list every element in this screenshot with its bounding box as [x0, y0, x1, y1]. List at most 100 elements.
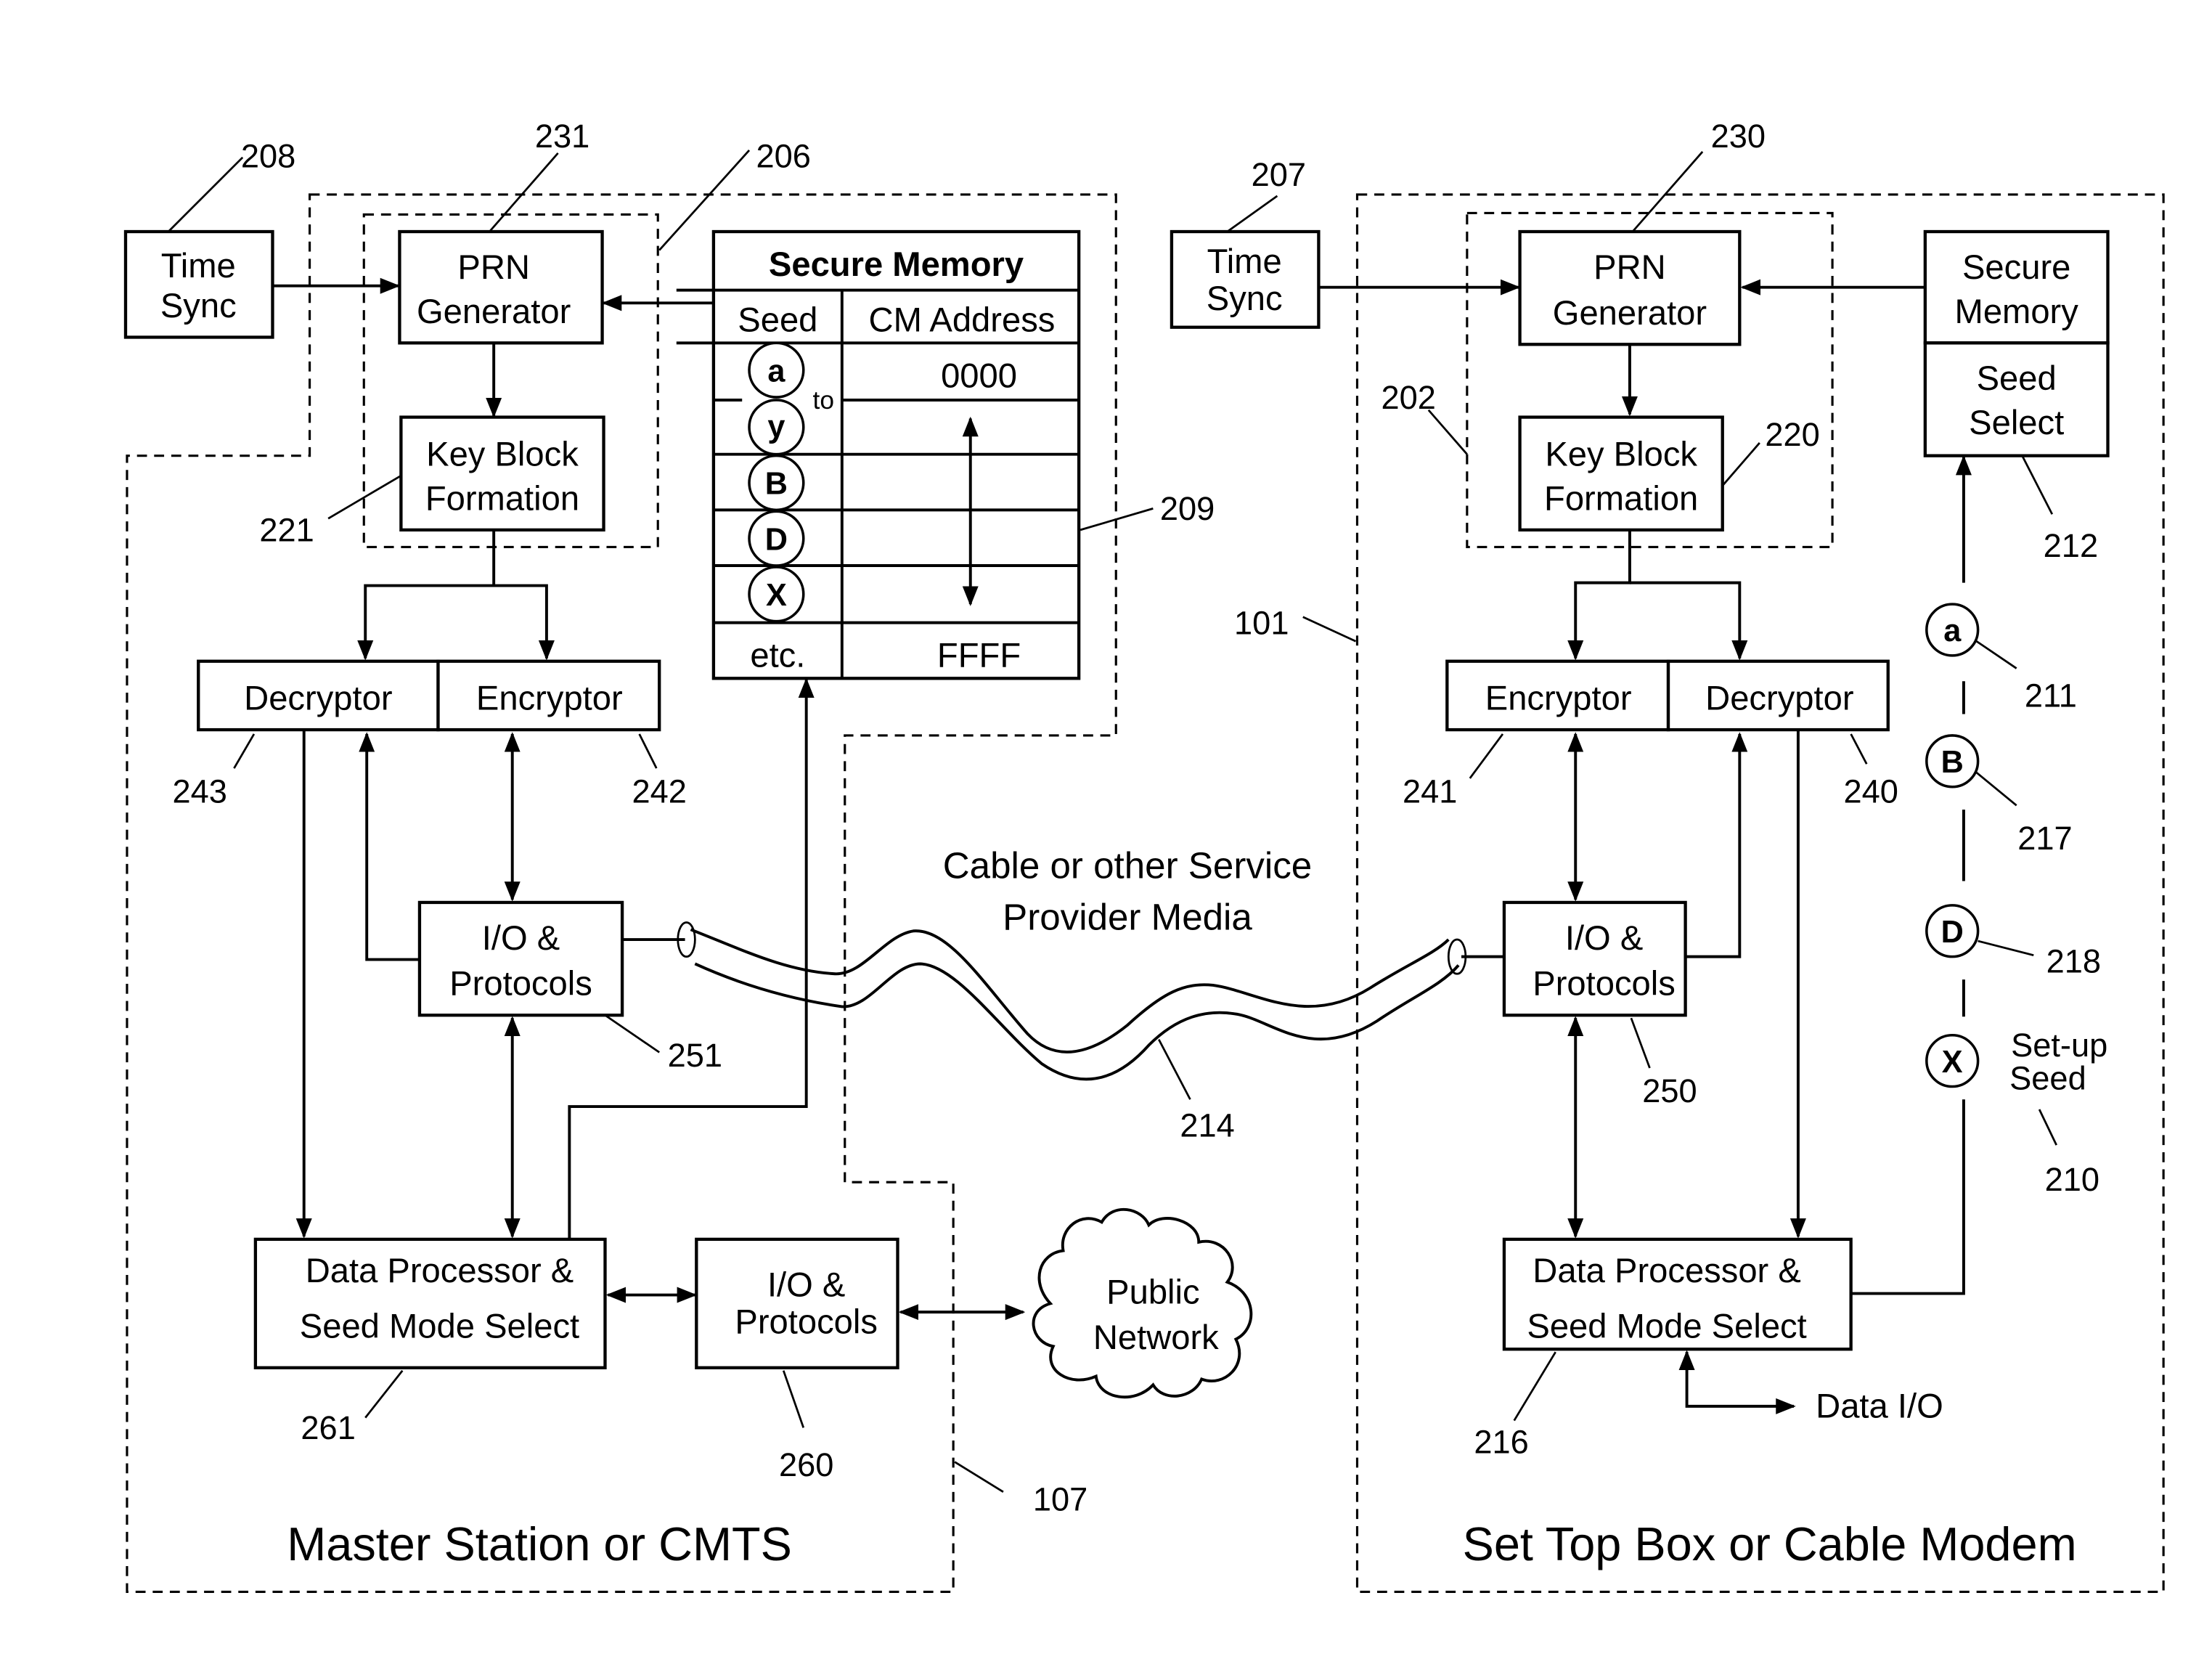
public-network-label: Network	[1093, 1318, 1219, 1356]
master-station-title: Master Station or CMTS	[287, 1517, 792, 1570]
ref-217: 217	[2017, 820, 2072, 857]
ref-250: 250	[1642, 1072, 1697, 1109]
ref-251: 251	[668, 1037, 722, 1074]
data-io-label: Data I/O	[1816, 1387, 1943, 1425]
leader-line	[364, 1369, 404, 1419]
seed-b: B	[765, 467, 788, 502]
arrow-io-to-decryptor	[359, 732, 420, 961]
ref-221: 221	[259, 512, 314, 549]
first-address: 0000	[941, 356, 1017, 394]
seed-select-label: Seed	[1977, 359, 2057, 397]
seed-a: a	[1943, 614, 1962, 648]
arrow-io-to-decryptor	[1685, 732, 1748, 958]
leader-line	[1850, 733, 1868, 765]
prn-generator-label: Generator	[417, 292, 571, 330]
time-sync-label: Sync	[160, 286, 237, 325]
ref-212: 212	[2044, 527, 2098, 564]
ref-243: 243	[173, 773, 227, 810]
ref-231: 231	[535, 118, 589, 155]
seed-d: D	[765, 522, 788, 557]
arrow-keyblock-to-decryptor	[357, 529, 496, 661]
media-label: Provider Media	[1003, 896, 1252, 937]
seed-y: y	[767, 409, 785, 444]
data-processor-label: Data Processor &	[306, 1251, 574, 1289]
leader-line	[604, 1014, 660, 1054]
ref-208: 208	[241, 138, 295, 175]
data-io-arrow	[1678, 1350, 1796, 1414]
arrow-keyblock-to-encryptor	[494, 584, 555, 661]
ref-107: 107	[1033, 1480, 1087, 1517]
io-protocols-label: I/O &	[482, 918, 560, 957]
io-protocols-label: I/O &	[1565, 918, 1643, 957]
last-address: FFFF	[937, 636, 1021, 675]
io-protocols-label: Protocols	[449, 964, 592, 1003]
ref-209: 209	[1160, 490, 1215, 527]
column-header-seed: Seed	[738, 301, 817, 339]
ref-210: 210	[2045, 1161, 2099, 1198]
prn-generator-label: Generator	[1553, 293, 1707, 332]
leader-line	[1469, 733, 1504, 779]
leader-line	[1630, 1017, 1651, 1069]
key-block-label: Formation	[1544, 478, 1698, 517]
public-network-cloud: Public Network	[1032, 1208, 1253, 1399]
key-block-label: Formation	[425, 478, 579, 517]
arrow-keyblock-to-decryptor	[1629, 581, 1748, 661]
ref-242: 242	[632, 773, 686, 810]
leader-line	[1975, 771, 2017, 807]
leader-line	[2021, 455, 2054, 515]
leader-line	[638, 733, 658, 769]
leader-line	[233, 733, 256, 769]
key-block-label: Key Block	[1545, 434, 1697, 473]
setup-seed-label: Set-up	[2011, 1027, 2107, 1064]
ref-240: 240	[1843, 773, 1898, 810]
processor-to-seed-chain	[1850, 1099, 1965, 1295]
time-sync-label: Sync	[1207, 279, 1283, 317]
to-label: to	[813, 386, 835, 415]
seed-x: X	[766, 578, 787, 613]
seed-d: D	[1941, 915, 1964, 950]
time-sync-label: Time	[161, 246, 236, 285]
leader-line	[2038, 1109, 2057, 1146]
io-protocols-label: Protocols	[1533, 964, 1676, 1003]
seed-b: B	[1941, 745, 1964, 780]
secure-memory-table: Secure Memory Seed CM Address a y B D X …	[711, 229, 1215, 680]
time-sync-label: Time	[1207, 242, 1282, 280]
ref-206: 206	[756, 138, 811, 175]
ref-218: 218	[2046, 942, 2101, 979]
secure-memory-label: Memory	[1955, 292, 2079, 330]
data-processor-label: Data Processor &	[1533, 1251, 1801, 1289]
prn-generator-label: PRN	[1593, 248, 1666, 286]
cable-media: Cable or other Service Provider Media 21…	[622, 845, 1504, 1144]
leader-line	[954, 1461, 1004, 1493]
leader-line	[1302, 616, 1357, 643]
ref-101: 101	[1234, 604, 1289, 641]
secure-memory-label: Secure	[1962, 248, 2070, 286]
leader-line	[1158, 1039, 1191, 1100]
decryptor-label: Decryptor	[1705, 679, 1853, 717]
leader-line	[1513, 1351, 1556, 1422]
ref-216: 216	[1474, 1424, 1528, 1461]
ref-260: 260	[779, 1446, 833, 1483]
leader-line	[1975, 640, 2017, 669]
ref-261: 261	[301, 1409, 355, 1446]
leader-line	[1721, 442, 1760, 486]
last-seed: etc.	[750, 636, 805, 675]
leader-line	[1978, 940, 2034, 957]
cable-line-top	[690, 928, 1450, 1054]
ref-211: 211	[2025, 677, 2077, 714]
set-top-box: Time Sync 207 PRN Generator 230 Secure M…	[1170, 118, 2165, 1594]
ref-230: 230	[1711, 118, 1766, 155]
encryptor-label: Encryptor	[1485, 679, 1632, 717]
leader-line	[167, 156, 244, 232]
io-public-label: I/O &	[767, 1266, 845, 1304]
prn-generator-label: PRN	[457, 248, 530, 286]
data-processor-label: Seed Mode Select	[300, 1307, 579, 1345]
column-header-cm-address: CM Address	[869, 301, 1056, 339]
seed-select-label: Select	[1969, 403, 2064, 441]
media-label: Cable or other Service	[943, 845, 1313, 887]
ref-241: 241	[1403, 773, 1457, 810]
leader-line	[1226, 195, 1278, 233]
patent-diagram: Time Sync 208 PRN Generator 231 206 Key …	[123, 118, 2165, 1594]
cable-line-bottom	[694, 962, 1460, 1081]
encryptor-label: Encryptor	[476, 679, 623, 717]
